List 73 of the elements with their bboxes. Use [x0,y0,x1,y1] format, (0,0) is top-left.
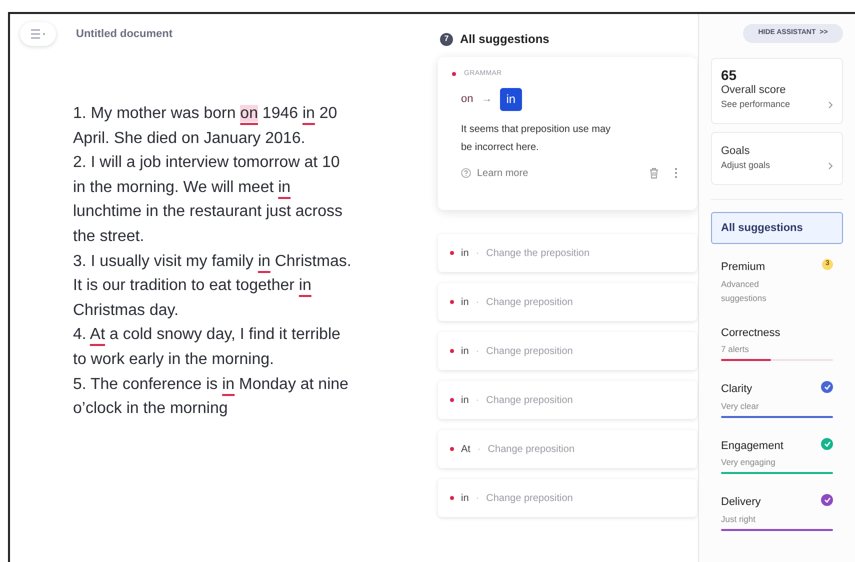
suggestion-description: Change preposition [486,344,573,358]
suggestion-description: Change the preposition [486,246,590,260]
score-value: 65 [721,67,738,83]
suggestion-item[interactable]: in · Change the preposition [438,234,697,272]
category-item[interactable]: Engagement Very engaging [711,434,843,477]
suggestion-description: Change preposition [486,492,573,506]
learn-more-link[interactable]: Learn more [461,166,528,180]
category-item[interactable]: Delivery Just right [711,491,843,534]
document-line: in the morning. We will meet in [73,178,292,198]
suggestion-description: Change preposition [488,442,575,456]
document-line: It is our tradition to eat together in [73,276,312,296]
separator: · [476,246,480,260]
performance-link[interactable]: See performance [721,98,790,112]
score-label: Overall score [721,83,787,98]
count-badge: 7 [440,32,453,46]
category-title: Correctness [721,326,780,340]
document-line: the street. [73,226,146,247]
suggestion-word: in [461,394,469,408]
category-subtitle: Very clear [721,400,760,412]
suggestion-description: Change preposition [486,296,573,310]
separator: · [476,394,480,408]
replacement-button[interactable]: in [500,88,522,110]
goals-label: Goals [721,144,751,159]
document-line: 4. At a cold snowy day, I find it terrible [73,325,342,346]
menu-icon [30,29,46,39]
suggestion-word: in [461,344,469,358]
separator: · [476,296,480,310]
suggestion-word: in [461,296,469,310]
goals-card[interactable]: Goals Adjust goals [711,132,843,185]
category-subtitle: Just right [721,512,756,526]
document-line: 1. My mother was born on 1946 in 20 [73,104,338,124]
document-line: Christmas day. [73,300,180,321]
suggestion-word: At [461,442,470,456]
goals-link[interactable]: Adjust goals [721,159,770,172]
category-subtitle: 7 alerts [721,343,750,356]
separator: · [476,492,480,506]
document-line: lunchtime in the restaurant just across [73,202,344,222]
arrow-icon: → [481,90,492,108]
separator: · [476,344,480,358]
document-line: to work early in the morning. [73,350,275,370]
category-subtitle: Advanced suggestions [721,278,768,304]
category-item[interactable]: All suggestions [711,212,843,244]
category-title: Premium [721,260,766,275]
document-line: 5. The conference is in Monday at nine [73,374,350,395]
suggestion-word: in [461,246,469,260]
suggestions-heading: All suggestions [460,31,550,48]
suggestion-item[interactable]: in · Change preposition [438,381,697,419]
original-word: on [461,92,474,107]
separator: · [477,442,481,456]
help-icon [461,168,471,178]
document-line: 3. I usually visit my family in Christmas. [73,252,352,272]
category-subtitle: Very engaging [721,456,776,469]
document-line: April. She died on January 2016. [73,128,306,149]
category-title: Clarity [721,382,752,397]
document-line: o’clock in the morning [73,399,229,420]
trash-icon[interactable] [649,167,659,179]
menu-button[interactable] [20,22,56,46]
suggestion-item[interactable]: in · Change preposition [438,332,697,370]
suggestion-message: It seems that preposition use may be incorrect here. [460,122,612,154]
chevron-icon [828,100,833,109]
category-item[interactable]: Clarity Very clear [711,378,843,420]
category-title: Engagement [721,438,784,454]
category-item[interactable]: Correctness 7 alerts [711,322,843,364]
suggestion-item[interactable]: At · Change preposition [438,430,697,468]
document-title: Untitled document [76,26,173,42]
suggestion-word: in [461,492,469,506]
score-card[interactable]: 65 Overall score See performance [711,58,843,124]
suggestion-description: Change preposition [486,394,573,408]
document-line: 2. I will a job interview tomorrow at 10 [73,153,341,174]
suggestion-item[interactable]: in · Change preposition [438,479,697,517]
category-title: Delivery [721,495,761,510]
chevron-icon [828,162,833,170]
suggestion-item[interactable]: in · Change preposition [438,283,697,321]
